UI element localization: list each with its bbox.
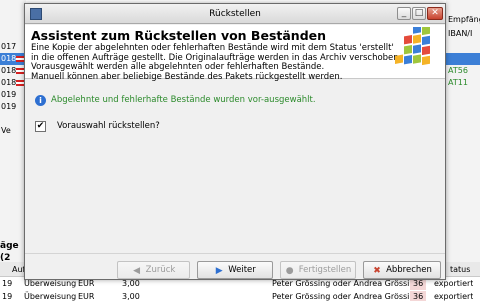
preselection-checkbox[interactable]: ✔ Vorauswahl rückstellen? [35,121,235,133]
checkbox-box[interactable]: ✔ [35,121,46,132]
cancel-button[interactable]: ✖ Abbrechen [363,261,441,279]
finish-icon: ● [285,266,294,276]
dialog-titlebar[interactable]: Rückstellen _ □ ✕ [25,4,445,24]
close-button[interactable]: ✕ [427,7,443,20]
background-grid-left: 017 018 018 018 019 019 Ve äge (2 [0,0,26,301]
grid-cell-iban[interactable]: AT11 [448,77,480,89]
wizard-heading: Assistent zum Rückstellen von Beständen [31,28,327,43]
checkbox-label[interactable]: Vorauswahl rückstellen? [57,121,160,132]
info-message: i Abgelehnte und fehlerhafte Bestände wu… [35,95,435,107]
info-text: Abgelehnte und fehlerhafte Bestände wurd… [51,95,316,105]
grid-cell-selected[interactable]: 018 [0,53,26,65]
grid-cell-iban[interactable]: AT56 [448,65,480,77]
wizard-footer: ◀ Zurück ▶ Weiter ● Fertigstellen ✖ Abbreche… [25,253,445,279]
cubes-logo-icon [395,27,430,66]
grid-cell[interactable]: 018 [0,77,26,89]
wizard-description: Eine Kopie der abgelehnten oder fehlerha… [31,43,402,82]
info-icon: i [35,95,46,106]
grid-cell[interactable]: Ve [0,125,26,137]
flag-icon [16,56,24,62]
minimize-button[interactable]: _ [397,7,411,20]
grid-cell-selected[interactable] [446,53,480,65]
arrow-left-icon: ◀ [133,266,141,276]
grid-cell[interactable]: 019 [0,101,26,113]
arrow-right-icon: ▶ [215,266,223,276]
group-header: äge (2 [0,241,19,263]
maximize-button[interactable]: □ [412,7,426,20]
grid-cell[interactable]: 019 [0,89,26,101]
column-header-iban[interactable]: IBAN/I [448,28,480,40]
wizard-header: Assistent zum Rückstellen von Beständen … [25,25,445,82]
table-row[interactable]: 19 Überweisung EUR 3,00 Peter Grössing o… [0,291,480,301]
reset-wizard-dialog: Rückstellen _ □ ✕ Assistent zum Rückstel… [24,3,446,280]
flag-icon [16,80,24,86]
column-header-recipient[interactable]: Empfäng [448,14,480,26]
grid-cell[interactable]: 017 [0,41,26,53]
flag-icon [16,68,24,74]
back-button[interactable]: ◀ Zurück [117,261,190,279]
background-grid-right: Empfäng IBAN/I AT56 AT11 [446,0,480,301]
finish-button[interactable]: ● Fertigstellen [280,261,356,279]
next-button[interactable]: ▶ Weiter [197,261,273,279]
cancel-icon: ✖ [373,266,381,276]
column-header-status[interactable]: tatus [450,264,470,276]
dialog-title: Rückstellen [209,9,261,19]
application-window: 017 018 018 018 019 019 Ve äge (2 Empfän… [0,0,480,301]
grid-cell[interactable]: 018 [0,65,26,77]
